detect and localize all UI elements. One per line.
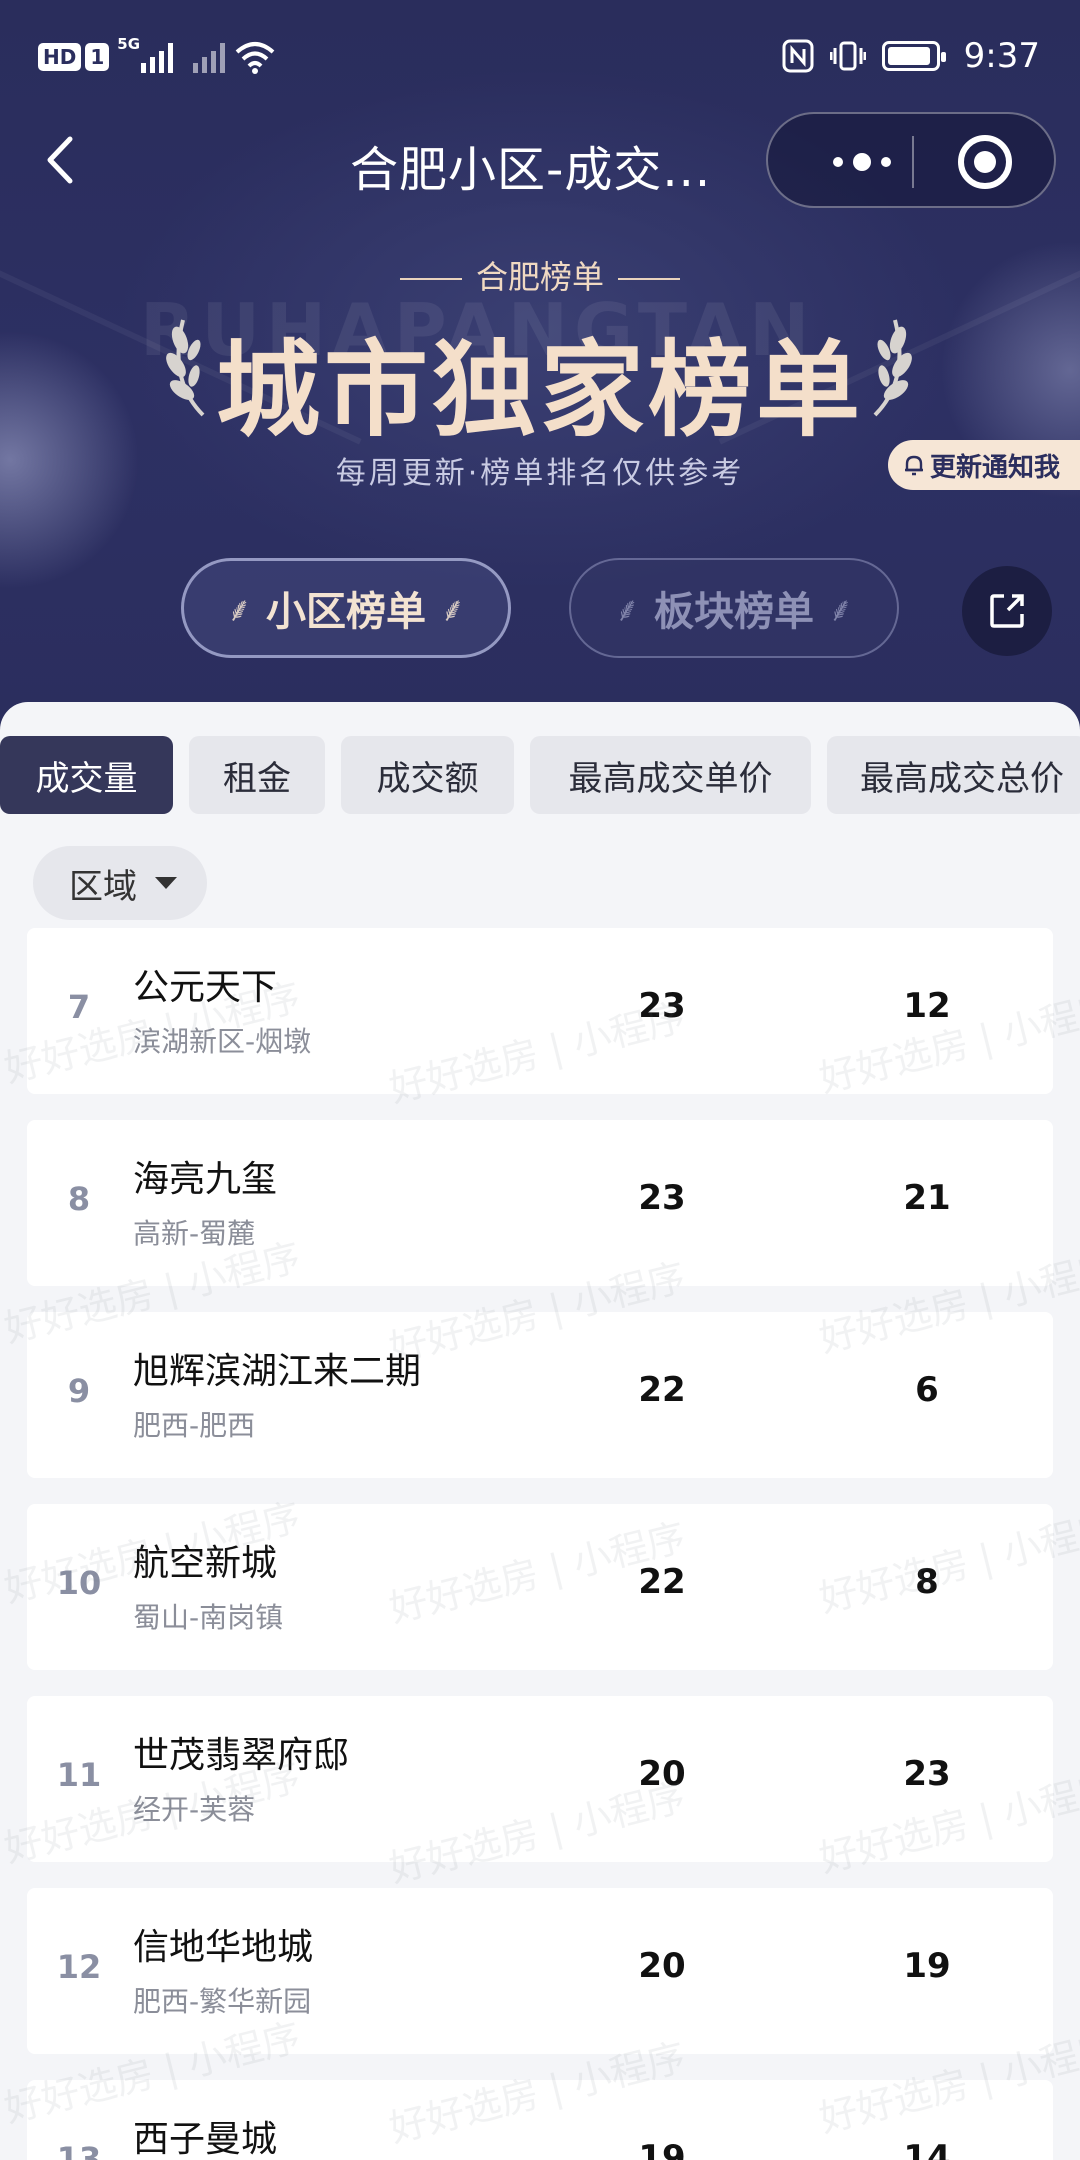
laurel-small-icon: ⸙: [226, 590, 253, 630]
row-value-2: 19: [903, 1946, 951, 1986]
clock: 9:37: [963, 36, 1040, 76]
signal-icon: 5G: [117, 35, 174, 73]
chevron-down-icon: [155, 877, 177, 889]
row-rank: 9: [67, 1372, 91, 1410]
region-filter-dropdown[interactable]: 区域: [33, 846, 207, 920]
laurel-right-icon: [873, 319, 912, 417]
row-rank: 13: [56, 2140, 102, 2160]
tab-community-ranking-label: 小区榜单: [266, 589, 426, 635]
row-area: 滨湖新区-烟墩: [133, 1025, 312, 1058]
row-value-2: 23: [903, 1754, 951, 1794]
capsule-divider: [912, 136, 914, 188]
close-mini-program-icon[interactable]: [958, 135, 1012, 189]
ranking-row[interactable]: 10 航空新城 蜀山-南岗镇 22 8: [27, 1504, 1053, 1670]
vibrate-icon: [829, 41, 866, 71]
row-area: 蜀山-南岗镇: [133, 1601, 284, 1634]
ranking-content: 成交量 租金 成交额 最高成交单价 最高成交总价 区域 7 公元天下 滨湖新区-…: [0, 702, 1080, 2160]
notify-me-button[interactable]: 更新通知我: [888, 440, 1080, 490]
tab-rent[interactable]: 租金: [189, 736, 325, 814]
laurel-small-icon: ⸙: [828, 590, 854, 630]
row-value-2: 12: [903, 986, 951, 1026]
metric-tab-bar: 成交量 租金 成交额 最高成交单价 最高成交总价: [0, 736, 1080, 814]
status-bar: HD 1 5G 9:37: [0, 0, 1080, 120]
row-value-1: 23: [638, 986, 686, 1026]
bell-icon: [905, 455, 923, 476]
mini-program-capsule: [766, 112, 1056, 208]
row-area: 高新-蜀麓: [133, 1217, 256, 1250]
ranking-row[interactable]: 13 西子曼城 19 14: [27, 2080, 1053, 2160]
hero-header: HD 1 5G 9:37 合肥小区-成交... 合肥榜单 RUHAPANGTAN…: [0, 0, 1080, 730]
ranking-row[interactable]: 8 海亮九玺 高新-蜀麓 23 21: [27, 1120, 1053, 1286]
row-value-2: 6: [915, 1370, 939, 1410]
tab-transaction-volume[interactable]: 成交量: [0, 736, 173, 814]
row-community-name: 信地华地城: [133, 1927, 314, 1968]
signal-secondary-icon: [183, 41, 226, 73]
row-rank: 12: [56, 1948, 102, 1986]
hd-label: HD: [38, 43, 82, 71]
sim-label: 1: [85, 43, 110, 71]
row-value-2: 8: [915, 1562, 939, 1602]
row-community-name: 航空新城: [133, 1543, 278, 1584]
share-button[interactable]: [962, 566, 1052, 656]
more-icon[interactable]: [812, 114, 912, 210]
row-rank: 11: [56, 1756, 102, 1794]
tab-highest-unit-price[interactable]: 最高成交单价: [530, 736, 811, 814]
tab-highest-total-price[interactable]: 最高成交总价: [827, 736, 1080, 814]
row-value-1: 23: [638, 1178, 686, 1218]
network-label: 5G: [117, 35, 141, 53]
tab-community-ranking[interactable]: ⸙ 小区榜单 ⸙: [181, 558, 511, 658]
row-rank: 8: [67, 1180, 91, 1218]
row-value-1: 22: [638, 1562, 686, 1602]
nfc-icon: [782, 39, 814, 73]
region-filter-label: 区域: [69, 866, 137, 907]
row-area: 肥西-繁华新园: [133, 1985, 312, 2018]
ranking-row[interactable]: 11 世茂翡翠府邸 经开-芙蓉 20 23: [27, 1696, 1053, 1862]
row-area: 经开-芙蓉: [133, 1793, 256, 1826]
row-community-name: 海亮九玺: [133, 1159, 278, 1200]
row-community-name: 旭辉滨湖江来二期: [133, 1351, 422, 1392]
row-area: 肥西-肥西: [133, 1409, 256, 1442]
row-community-name: 公元天下: [133, 967, 278, 1008]
tab-block-ranking-label: 板块榜单: [654, 589, 814, 635]
row-community-name: 世茂翡翠府邸: [133, 1735, 350, 1776]
share-icon: [990, 594, 1024, 628]
battery-icon: [881, 41, 946, 71]
page-title: 合肥小区-成交...: [350, 142, 712, 198]
wifi-icon: [235, 42, 275, 74]
laurel-small-icon: ⸙: [614, 590, 641, 630]
laurel-small-icon: ⸙: [440, 590, 466, 630]
row-community-name: 西子曼城: [133, 2119, 278, 2160]
tab-block-ranking[interactable]: ⸙ 板块榜单 ⸙: [569, 558, 899, 658]
back-icon[interactable]: [40, 135, 84, 185]
row-value-2: 21: [903, 1178, 951, 1218]
row-value-1: 22: [638, 1370, 686, 1410]
row-rank: 10: [56, 1564, 102, 1602]
ranking-row[interactable]: 12 信地华地城 肥西-繁华新园 20 19: [27, 1888, 1053, 2054]
row-rank: 7: [67, 988, 91, 1026]
row-value-1: 20: [638, 1946, 686, 1986]
ranking-row[interactable]: 9 旭辉滨湖江来二期 肥西-肥西 22 6: [27, 1312, 1053, 1478]
ranking-row[interactable]: 7 公元天下 滨湖新区-烟墩 23 12: [27, 928, 1053, 1094]
row-value-2: 14: [903, 2138, 951, 2160]
row-value-1: 20: [638, 1754, 686, 1794]
notify-me-label: 更新通知我: [930, 452, 1061, 483]
hd-badge: HD 1: [38, 43, 110, 71]
row-value-1: 19: [638, 2138, 686, 2160]
tab-transaction-amount[interactable]: 成交额: [341, 736, 514, 814]
